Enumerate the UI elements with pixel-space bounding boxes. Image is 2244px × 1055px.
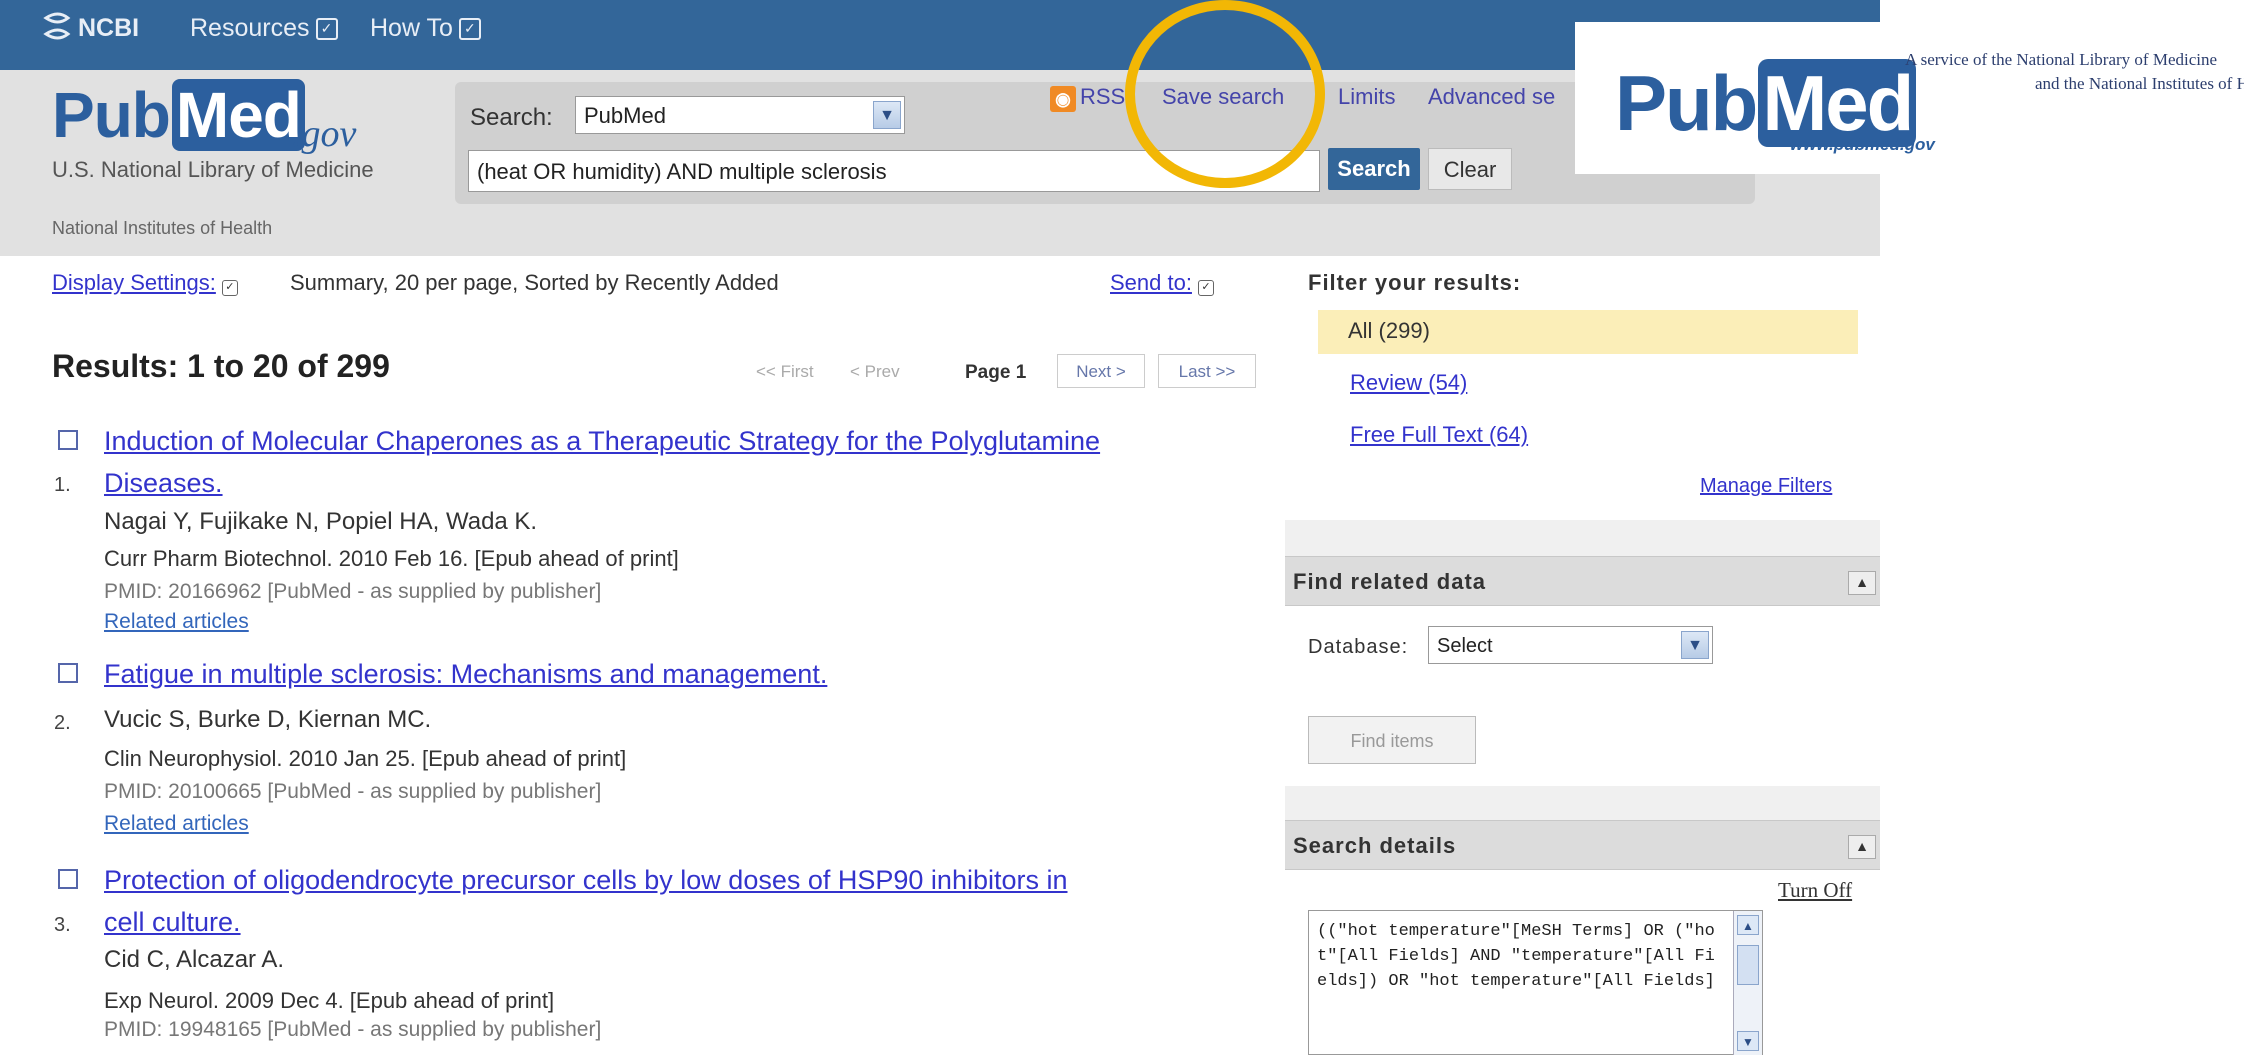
result-title-line1: Protection of oligodendrocyte precursor …	[104, 865, 1068, 895]
display-settings-link[interactable]: Display Settings:	[52, 270, 216, 295]
result-authors: Cid C, Alcazar A.	[104, 946, 285, 973]
results-count-title: Results: 1 to 20 of 299	[52, 348, 390, 384]
filter-title: Filter your results:	[1308, 270, 1522, 295]
ncbi-logo-text[interactable]: NCBI	[78, 14, 139, 43]
details-scrollbar[interactable]: ▲ ▼	[1733, 911, 1762, 1055]
search-details-title: Search details	[1293, 833, 1457, 858]
filter-free-full-text-link[interactable]: Free Full Text (64)	[1350, 422, 1528, 448]
send-to-menu[interactable]: Send to: ✓	[1110, 270, 1214, 296]
clear-button[interactable]: Clear	[1428, 148, 1512, 190]
result-pmid: PMID: 19948165 [PubMed - as supplied by …	[104, 1018, 602, 1041]
rss-icon[interactable]: ◉	[1050, 86, 1076, 112]
turn-off-link[interactable]: Turn Off	[1778, 878, 1852, 903]
scroll-up-icon[interactable]: ▲	[1737, 915, 1759, 935]
nlm-service-line2: and the National Institutes of Health	[2035, 74, 2244, 93]
display-settings[interactable]: Display Settings: ✓	[52, 270, 238, 296]
result-journal: Clin Neurophysiol. 2010 Jan 25. [Epub ah…	[104, 746, 627, 771]
limits-link[interactable]: Limits	[1338, 84, 1395, 110]
pager-prev[interactable]: < Prev	[850, 362, 900, 382]
result-title-line1: Fatigue in multiple sclerosis: Mechanism…	[104, 659, 828, 689]
search-label: Search:	[470, 104, 553, 131]
overlay-logo-med: Med	[1758, 59, 1917, 147]
result-title-link[interactable]: Protection of oligodendrocyte precursor …	[104, 859, 1304, 943]
result-title-link[interactable]: Induction of Molecular Chaperones as a T…	[104, 420, 1304, 504]
find-items-button[interactable]: Find items	[1308, 716, 1476, 764]
chevron-down-icon[interactable]: ▼	[873, 101, 901, 129]
pager-current-page: Page 1	[965, 362, 1027, 383]
checkbox-dropdown-icon: ✓	[458, 18, 481, 41]
result-journal: Curr Pharm Biotechnol. 2010 Feb 16. [Epu…	[104, 546, 679, 571]
nih-label: National Institutes of Health	[52, 218, 273, 238]
sidebar-separator	[1285, 786, 1880, 820]
display-settings-value: Summary, 20 per page, Sorted by Recently…	[290, 270, 779, 295]
scroll-down-icon[interactable]: ▼	[1737, 1031, 1759, 1051]
result-number: 3.	[54, 914, 71, 936]
result-title-line1: Induction of Molecular Chaperones as a T…	[104, 426, 1101, 456]
result-checkbox[interactable]	[58, 869, 78, 889]
related-database-select[interactable]: Select ▼	[1428, 626, 1713, 664]
advanced-search-link[interactable]: Advanced se	[1428, 84, 1555, 110]
result-pmid: PMID: 20166962 [PubMed - as supplied by …	[104, 580, 602, 603]
search-details-textarea[interactable]: (("hot temperature"[MeSH Terms] OR ("hot…	[1308, 910, 1763, 1055]
ncbi-logo-icon[interactable]	[38, 8, 78, 58]
overlay-logo-pub: Pub	[1615, 59, 1758, 147]
result-authors: Vucic S, Burke D, Kiernan MC.	[104, 706, 432, 733]
result-title-line2: cell culture.	[104, 907, 241, 937]
pager-first[interactable]: << First	[756, 362, 814, 382]
related-articles-link[interactable]: Related articles	[104, 610, 249, 634]
find-related-data-header: Find related data ▲	[1285, 556, 1880, 606]
result-journal: Exp Neurol. 2009 Dec 4. [Epub ahead of p…	[104, 988, 555, 1013]
database-select-value: PubMed	[584, 103, 666, 128]
result-authors: Nagai Y, Fujikake N, Popiel HA, Wada K.	[104, 508, 538, 535]
find-related-data-title: Find related data	[1293, 569, 1487, 594]
database-label: Database:	[1308, 636, 1409, 658]
result-number: 1.	[54, 474, 71, 496]
dropdown-toggle-icon[interactable]: ✓	[221, 280, 238, 296]
nlm-service-line1: A service of the National Library of Med…	[1905, 50, 2218, 69]
send-to-label: Send to:	[1110, 270, 1192, 295]
search-details-header: Search details ▲	[1285, 820, 1880, 870]
logo-gov-text: .gov	[292, 113, 357, 155]
logo-med-text: Med	[171, 79, 305, 151]
collapse-icon[interactable]: ▲	[1848, 835, 1876, 859]
sidebar-separator	[1285, 520, 1880, 556]
resources-menu-label: Resources	[190, 14, 310, 42]
dropdown-toggle-icon: ✓	[1197, 280, 1214, 296]
highlight-circle-annotation	[1125, 0, 1325, 188]
related-articles-link[interactable]: Related articles	[104, 812, 249, 836]
logo-pub-text: Pub	[52, 79, 171, 151]
result-title-link[interactable]: Fatigue in multiple sclerosis: Mechanism…	[104, 653, 1304, 695]
pager-last-button[interactable]: Last >>	[1158, 354, 1256, 388]
rss-link[interactable]: RSS	[1080, 84, 1125, 110]
howto-menu[interactable]: How To ✓	[370, 14, 481, 43]
result-pmid: PMID: 20100665 [PubMed - as supplied by …	[104, 780, 602, 803]
checkbox-dropdown-icon: ✓	[315, 18, 338, 41]
related-database-value: Select	[1437, 635, 1493, 657]
database-select[interactable]: PubMed ▼	[575, 96, 905, 134]
result-title-line2: Diseases.	[104, 468, 223, 498]
chevron-down-icon[interactable]: ▼	[1681, 631, 1709, 659]
pubmed-logo[interactable]: PubMed	[52, 78, 307, 152]
result-number: 2.	[54, 712, 71, 734]
nlm-label: U.S. National Library of Medicine	[52, 157, 374, 182]
scroll-thumb[interactable]	[1737, 945, 1759, 985]
search-button[interactable]: Search	[1328, 148, 1420, 190]
result-checkbox[interactable]	[58, 663, 78, 683]
collapse-icon[interactable]: ▲	[1848, 571, 1876, 595]
filter-review-link[interactable]: Review (54)	[1350, 370, 1467, 396]
manage-filters-link[interactable]: Manage Filters	[1700, 475, 1832, 498]
howto-menu-label: How To	[370, 14, 453, 42]
resources-menu[interactable]: Resources ✓	[190, 14, 338, 43]
pager-next-button[interactable]: Next >	[1057, 354, 1145, 388]
result-checkbox[interactable]	[58, 430, 78, 450]
overlay-logo-url: www.pubmed.gov	[1790, 135, 1935, 154]
filter-all[interactable]: All (299)	[1348, 318, 1430, 344]
